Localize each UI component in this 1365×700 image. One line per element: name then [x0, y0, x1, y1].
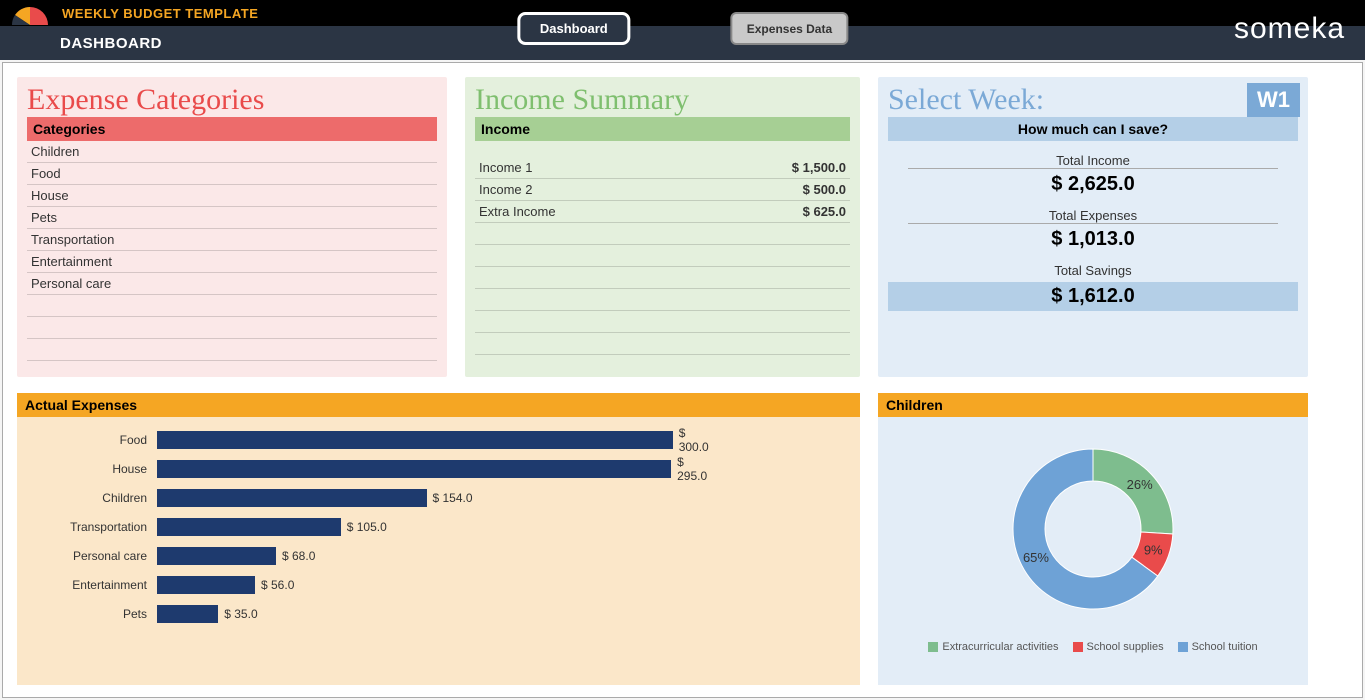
- bar-value-label: $ 295.0: [677, 455, 717, 483]
- income-summary-title: Income Summary: [475, 83, 850, 117]
- product-title: WEEKLY BUDGET TEMPLATE: [62, 6, 258, 21]
- summary-value: $ 1,612.0: [888, 282, 1298, 311]
- expense-categories-title: Expense Categories: [27, 83, 437, 117]
- children-panel: Children 26% 9% 65% Extracurricular activi…: [878, 393, 1308, 685]
- summary-value: $ 2,625.0: [888, 173, 1298, 196]
- bar-value-label: $ 154.0: [433, 491, 473, 505]
- bar-fill: [157, 605, 218, 623]
- bar-fill: [157, 489, 427, 507]
- legend-swatch: [1073, 642, 1083, 652]
- summary-block: Total Expenses $ 1,013.0: [888, 208, 1298, 251]
- category-row[interactable]: Food: [27, 163, 437, 185]
- income-row[interactable]: Extra Income$ 625.0: [475, 201, 850, 223]
- bar-row: Transportation $ 105.0: [27, 518, 850, 536]
- bar-label: Food: [27, 433, 157, 447]
- expenses-data-button[interactable]: Expenses Data: [731, 12, 848, 45]
- income-header: Income: [475, 117, 850, 141]
- income-row[interactable]: Income 2$ 500.0: [475, 179, 850, 201]
- income-summary-panel: Income Summary Income Income 1$ 1,500.0I…: [465, 77, 860, 377]
- category-row[interactable]: [27, 295, 437, 317]
- donut-slice-label: 26%: [1127, 477, 1153, 492]
- legend-item: School supplies: [1073, 641, 1164, 653]
- summary-label: Total Income: [888, 153, 1298, 168]
- income-row[interactable]: [475, 245, 850, 267]
- bar-label: House: [27, 462, 157, 476]
- actual-expenses-panel: Actual Expenses Food$ 300.0House$ 295.0C…: [17, 393, 860, 685]
- brand-logo: someka: [1234, 12, 1345, 46]
- bar-value-label: $ 56.0: [261, 578, 294, 592]
- summary-block: Total Income $ 2,625.0: [888, 153, 1298, 196]
- select-week-panel: Select Week: W1 How much can I save? Tot…: [878, 77, 1308, 377]
- bar-value-label: $ 105.0: [347, 520, 387, 534]
- income-row[interactable]: Income 1$ 1,500.0: [475, 157, 850, 179]
- summary-block: Total Savings $ 1,612.0: [888, 263, 1298, 311]
- bar-label: Entertainment: [27, 578, 157, 592]
- income-row[interactable]: [475, 333, 850, 355]
- bar-row: Food$ 300.0: [27, 431, 850, 449]
- bar-label: Transportation: [27, 520, 157, 534]
- category-row[interactable]: Personal care: [27, 273, 437, 295]
- bar-fill: [157, 518, 341, 536]
- category-row[interactable]: Transportation: [27, 229, 437, 251]
- bar-fill: [157, 431, 673, 449]
- legend-swatch: [928, 642, 938, 652]
- bar-fill: [157, 576, 255, 594]
- legend-label: School supplies: [1087, 641, 1164, 653]
- dashboard-button[interactable]: Dashboard: [517, 12, 631, 45]
- bar-row: Personal care $ 68.0: [27, 547, 850, 565]
- legend-item: School tuition: [1178, 641, 1258, 653]
- summary-value: $ 1,013.0: [888, 228, 1298, 251]
- save-header: How much can I save?: [888, 117, 1298, 141]
- summary-label: Total Expenses: [888, 208, 1298, 223]
- actual-expenses-bar-chart: Food$ 300.0House$ 295.0Children$ 154.0Tr…: [17, 417, 860, 644]
- bar-row: Pets $ 35.0: [27, 605, 850, 623]
- category-row[interactable]: [27, 317, 437, 339]
- week-selector[interactable]: W1: [1247, 83, 1300, 117]
- page-title: DASHBOARD: [60, 35, 162, 52]
- bar-fill: [157, 547, 276, 565]
- legend-label: Extracurricular activities: [942, 641, 1058, 653]
- income-row[interactable]: [475, 289, 850, 311]
- bar-label: Children: [27, 491, 157, 505]
- children-header: Children: [878, 393, 1308, 417]
- bar-value-label: $ 68.0: [282, 549, 315, 563]
- summary-label: Total Savings: [888, 263, 1298, 278]
- bar-label: Personal care: [27, 549, 157, 563]
- donut-slice-label: 65%: [1023, 550, 1049, 565]
- income-row[interactable]: [475, 267, 850, 289]
- categories-header: Categories: [27, 117, 437, 141]
- legend-swatch: [1178, 642, 1188, 652]
- bar-label: Pets: [27, 607, 157, 621]
- select-week-title: Select Week:: [888, 83, 1044, 117]
- bar-row: House$ 295.0: [27, 460, 850, 478]
- category-row[interactable]: [27, 339, 437, 361]
- category-row[interactable]: Entertainment: [27, 251, 437, 273]
- bar-value-label: $ 300.0: [679, 426, 718, 454]
- category-row[interactable]: Children: [27, 141, 437, 163]
- category-row[interactable]: House: [27, 185, 437, 207]
- expense-categories-panel: Expense Categories Categories ChildrenFo…: [17, 77, 447, 377]
- donut-slice-label: 9%: [1144, 543, 1163, 558]
- children-donut-chart: 26% 9% 65%: [978, 429, 1208, 629]
- bar-row: Children $ 154.0: [27, 489, 850, 507]
- legend-label: School tuition: [1192, 641, 1258, 653]
- category-row[interactable]: Pets: [27, 207, 437, 229]
- actual-expenses-header: Actual Expenses: [17, 393, 860, 417]
- page-body: Expense Categories Categories ChildrenFo…: [2, 62, 1363, 698]
- bar-row: Entertainment $ 56.0: [27, 576, 850, 594]
- bar-value-label: $ 35.0: [224, 607, 257, 621]
- legend-item: Extracurricular activities: [928, 641, 1058, 653]
- income-row[interactable]: [475, 223, 850, 245]
- bar-fill: [157, 460, 671, 478]
- children-legend: Extracurricular activities School supplie…: [928, 641, 1257, 653]
- second-bar: DASHBOARD Dashboard Expenses Data someka: [0, 26, 1365, 60]
- income-row[interactable]: [475, 311, 850, 333]
